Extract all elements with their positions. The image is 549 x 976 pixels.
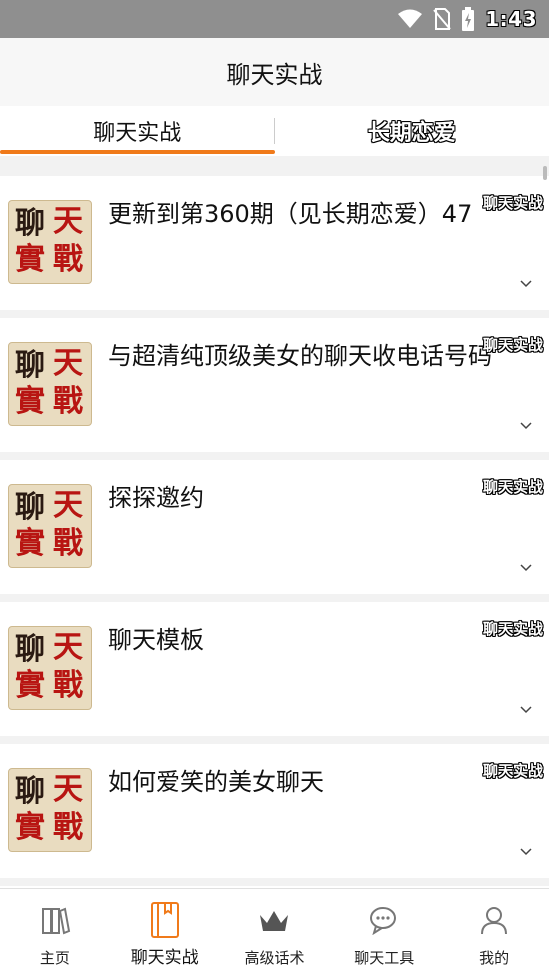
- thumbnail-char: 戰: [53, 384, 83, 419]
- thumbnail-char: 實: [15, 384, 45, 419]
- nav-item-home[interactable]: 主页: [0, 889, 110, 976]
- thumbnail-char: 戰: [53, 668, 83, 703]
- no-sim-icon: [433, 8, 452, 30]
- thumbnail-char: 實: [15, 668, 45, 703]
- thumbnail-char: 聊: [15, 774, 45, 809]
- thumbnail-char: 天: [53, 630, 83, 665]
- thumbnail-char: 聊: [15, 206, 45, 241]
- thumbnail-char: 天: [53, 488, 83, 523]
- list-item[interactable]: 聊 天 實 戰 与超清纯顶级美女的聊天收电话号码 聊天实战: [0, 318, 549, 452]
- article-thumbnail: 聊 天 實 戰: [8, 768, 92, 852]
- scrollbar[interactable]: [543, 166, 547, 180]
- app-bar: 聊天实战: [0, 38, 549, 106]
- category-tag: 聊天实战: [482, 620, 543, 638]
- thumbnail-char: 實: [15, 242, 45, 277]
- status-bar: 1:43: [0, 0, 549, 38]
- active-tab-indicator: [0, 150, 275, 154]
- chevron-down-icon[interactable]: [519, 702, 533, 716]
- chevron-down-icon[interactable]: [519, 844, 533, 858]
- thumbnail-char: 戰: [53, 242, 83, 277]
- list-item[interactable]: 聊 天 實 戰 如何爱笑的美女聊天 聊天实战: [0, 744, 549, 878]
- nav-label: 高级话术: [244, 949, 305, 967]
- category-tag: 聊天实战: [482, 762, 543, 780]
- nav-item-chat-tools[interactable]: 聊天工具: [329, 889, 439, 976]
- chevron-down-icon[interactable]: [519, 276, 533, 290]
- chevron-down-icon[interactable]: [519, 560, 533, 574]
- article-thumbnail: 聊 天 實 戰: [8, 342, 92, 426]
- crown-icon: [257, 903, 291, 937]
- nav-label: 聊天工具: [354, 949, 415, 967]
- thumbnail-char: 天: [53, 346, 83, 381]
- tab-chat-practice[interactable]: 聊天实战: [0, 106, 275, 156]
- thumbnail-char: 戰: [53, 526, 83, 561]
- user-icon: [477, 903, 511, 937]
- category-tag: 聊天实战: [482, 336, 543, 354]
- thumbnail-char: 聊: [15, 632, 45, 667]
- list-item[interactable]: 聊 天 實 戰 聊天模板 聊天实战: [0, 602, 549, 736]
- article-title: 更新到第360期（见长期恋爱）47: [108, 200, 473, 228]
- status-time: 1:43: [485, 7, 537, 31]
- nav-label: 我的: [479, 949, 510, 967]
- thumbnail-char: 天: [53, 204, 83, 239]
- article-list[interactable]: 聊 天 實 戰 更新到第360期（见长期恋爱）47 聊天实战 聊 天 實 戰 与…: [0, 166, 549, 888]
- tab-bar: 聊天实战 长期恋爱: [0, 106, 549, 156]
- category-tag: 聊天实战: [482, 194, 543, 212]
- thumbnail-char: 聊: [15, 348, 45, 383]
- article-thumbnail: 聊 天 實 戰: [8, 200, 92, 284]
- wifi-icon: [398, 9, 423, 28]
- thumbnail-char: 戰: [53, 810, 83, 845]
- nav-item-chat-practice[interactable]: 聊天实战: [110, 889, 220, 976]
- chat-bubble-icon: [367, 903, 401, 937]
- battery-charging-icon: [462, 7, 475, 31]
- nav-label: 聊天实战: [130, 948, 199, 968]
- thumbnail-char: 實: [15, 526, 45, 561]
- article-title: 探探邀约: [108, 484, 204, 512]
- article-title: 如何爱笑的美女聊天: [108, 768, 324, 796]
- article-title: 聊天模板: [108, 626, 204, 654]
- thumbnail-char: 實: [15, 810, 45, 845]
- list-item[interactable]: 聊 天 實 戰 探探邀约 聊天实战: [0, 460, 549, 594]
- category-tag: 聊天实战: [482, 478, 543, 496]
- books-icon: [38, 903, 72, 937]
- tab-divider: [274, 118, 275, 144]
- chevron-down-icon[interactable]: [519, 418, 533, 432]
- article-thumbnail: 聊 天 實 戰: [8, 484, 92, 568]
- thumbnail-char: 聊: [15, 490, 45, 525]
- page-title: 聊天实战: [226, 60, 323, 89]
- notebook-icon: [148, 902, 182, 938]
- bottom-nav: 主页 聊天实战 高级话术 聊天工具 我的: [0, 888, 549, 976]
- nav-item-profile[interactable]: 我的: [439, 889, 549, 976]
- thumbnail-char: 天: [53, 772, 83, 807]
- article-thumbnail: 聊 天 實 戰: [8, 626, 92, 710]
- list-item[interactable]: 聊 天 實 戰 更新到第360期（见长期恋爱）47 聊天实战: [0, 176, 549, 310]
- nav-item-advanced-scripts[interactable]: 高级话术: [220, 889, 330, 976]
- tab-label: 长期恋爱: [367, 121, 456, 146]
- article-title: 与超清纯顶级美女的聊天收电话号码: [108, 342, 492, 370]
- tab-long-term-love[interactable]: 长期恋爱: [275, 106, 549, 156]
- nav-label: 主页: [39, 949, 70, 967]
- tab-label: 聊天实战: [93, 121, 182, 146]
